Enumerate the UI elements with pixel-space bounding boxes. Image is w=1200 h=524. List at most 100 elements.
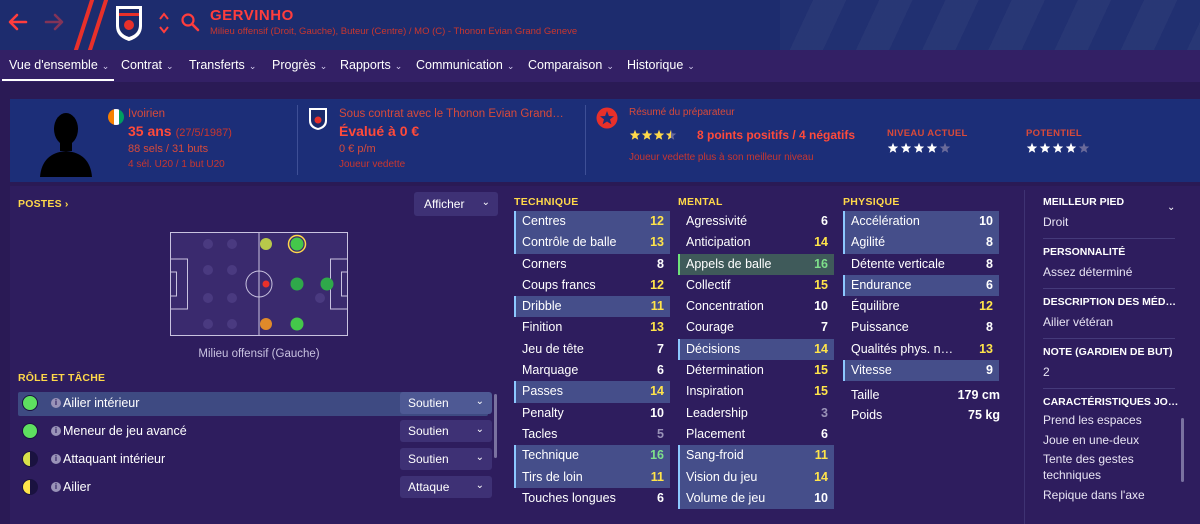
attribute-row[interactable]: Vision du jeu 14 <box>678 466 834 489</box>
attribute-row[interactable]: Marquage 6 <box>514 360 670 381</box>
divider <box>1043 388 1175 389</box>
duty-dropdown[interactable]: Soutien ⌄ <box>400 392 492 414</box>
attribute-row[interactable]: Vitesse 9 <box>843 360 999 382</box>
attribute-name: Corners <box>522 256 567 271</box>
role-name: Meneur de jeu avancé <box>63 424 187 438</box>
tab-overview[interactable]: Vue d'ensemble ⌄ <box>9 58 109 72</box>
attribute-row[interactable]: Touches longues 6 <box>514 488 670 509</box>
club-crest-icon <box>309 108 327 130</box>
tab-contract[interactable]: Contrat ⌄ <box>121 58 174 72</box>
tab-history[interactable]: Historique ⌄ <box>627 58 695 72</box>
role-row[interactable]: i Attaquant intérieur Soutien ⌄ <box>18 448 492 472</box>
attribute-row[interactable]: Concentration 10 <box>678 296 834 317</box>
info-icon[interactable]: i <box>51 398 61 408</box>
attribute-row[interactable]: Courage 7 <box>678 317 834 338</box>
attribute-name: Touches longues <box>522 490 616 505</box>
attribute-row[interactable]: Agilité 8 <box>843 232 999 254</box>
back-arrow-icon[interactable] <box>6 10 30 34</box>
traits-scrollbar[interactable] <box>1181 418 1184 482</box>
coach-report-star-icon[interactable] <box>596 107 618 129</box>
attribute-row[interactable]: Accélération 10 <box>843 211 999 233</box>
tab-comparison[interactable]: Comparaison ⌄ <box>528 58 614 72</box>
attribute-value: 7 <box>657 341 664 356</box>
attribute-name: Marquage <box>522 363 579 378</box>
info-icon[interactable]: i <box>51 454 61 464</box>
attribute-name: Leadership <box>686 405 748 420</box>
attribute-row[interactable]: Détermination 15 <box>678 360 834 381</box>
attribute-row[interactable]: Contrôle de balle 13 <box>514 232 670 254</box>
chevron-down-icon[interactable]: ⌄ <box>1167 202 1175 213</box>
tab-progress[interactable]: Progrès ⌄ <box>272 58 327 72</box>
attribute-row[interactable]: Anticipation 14 <box>678 232 834 253</box>
role-name: Ailier intérieur <box>63 396 140 410</box>
attribute-value: 13 <box>650 320 664 335</box>
attribute-row[interactable]: Centres 12 <box>514 211 670 233</box>
chevron-down-icon: ⌄ <box>394 61 403 71</box>
attribute-name: Tirs de loin <box>522 469 583 484</box>
nationality[interactable]: Ivoirien <box>128 108 165 120</box>
star-icon <box>1039 142 1051 153</box>
attribute-row[interactable]: Corners 8 <box>514 254 670 275</box>
attribute-row[interactable]: Détente verticale 8 <box>843 254 999 275</box>
attribute-row[interactable]: Agressivité 6 <box>678 211 834 232</box>
forward-arrow-icon[interactable] <box>42 10 66 34</box>
tab-label: Transferts <box>189 58 245 72</box>
tab-transfers[interactable]: Transferts ⌄ <box>189 58 256 72</box>
player-traits-block: CARACTÉRISTIQUES JO… Prend les espaces J… <box>1043 396 1183 503</box>
attribute-row[interactable]: Qualités phys. n… 13 <box>843 339 999 360</box>
attribute-row[interactable]: Finition 13 <box>514 317 670 338</box>
positions-title[interactable]: POSTES › <box>18 198 69 210</box>
attribute-row[interactable]: Placement 6 <box>678 424 834 445</box>
attribute-row[interactable]: Passes 14 <box>514 381 670 403</box>
position-pitch-diagram[interactable] <box>170 232 348 336</box>
tab-label: Comparaison <box>528 58 603 72</box>
attribute-row[interactable]: Dribble 11 <box>514 296 670 318</box>
attribute-row[interactable]: Équilibre 12 <box>843 296 999 317</box>
tab-communication[interactable]: Communication ⌄ <box>416 58 514 72</box>
attribute-row[interactable]: Sang-froid 11 <box>678 445 834 467</box>
attribute-row[interactable]: Décisions 14 <box>678 338 834 361</box>
role-row[interactable]: i Ailier Attaque ⌄ <box>18 476 492 500</box>
attribute-row[interactable]: Coups francs 12 <box>514 275 670 296</box>
attribute-name: Anticipation <box>686 235 751 250</box>
roles-scrollbar[interactable] <box>494 394 497 458</box>
star-icon <box>653 129 665 140</box>
media-description-block: DESCRIPTION DES MÉD… Ailier vétéran <box>1043 296 1183 329</box>
attribute-row[interactable]: Inspiration 15 <box>678 381 834 402</box>
attribute-name: Inspiration <box>686 384 744 399</box>
attribute-name: Qualités phys. n… <box>851 341 954 356</box>
duty-dropdown[interactable]: Soutien ⌄ <box>400 420 492 442</box>
attribute-row[interactable]: Tacles 5 <box>514 424 670 445</box>
attribute-row[interactable]: Penalty 10 <box>514 403 670 424</box>
attribute-row[interactable]: Technique 16 <box>514 445 670 467</box>
attribute-row[interactable]: Leadership 3 <box>678 403 834 424</box>
chevron-down-icon: ⌄ <box>606 61 614 71</box>
attribute-row[interactable]: Jeu de tête 7 <box>514 339 670 360</box>
player-traits-list: Prend les espaces Joue en une-deux Tente… <box>1043 412 1173 503</box>
info-icon[interactable]: i <box>51 426 61 436</box>
attribute-row[interactable]: Collectif 15 <box>678 275 834 296</box>
star-icon <box>641 129 653 140</box>
role-row[interactable]: i Ailier intérieur Soutien ⌄ <box>18 392 492 416</box>
previous-next-player-icon[interactable] <box>158 10 170 36</box>
attribute-row[interactable]: Endurance 6 <box>843 274 999 297</box>
attribute-row[interactable]: Appels de balle 16 <box>678 253 834 276</box>
duty-dropdown[interactable]: Soutien ⌄ <box>400 448 492 470</box>
contract-status[interactable]: Sous contrat avec le Thonon Evian Grand… <box>339 108 564 120</box>
search-icon[interactable] <box>180 12 200 32</box>
tab-reports[interactable]: Rapports ⌄ <box>340 58 402 72</box>
star-icon <box>926 142 938 153</box>
attribute-row[interactable]: Volume de jeu 10 <box>678 487 834 510</box>
club-crest-icon[interactable] <box>114 4 144 42</box>
attribute-value: 8 <box>986 320 993 335</box>
info-icon[interactable]: i <box>51 482 61 492</box>
duty-dropdown[interactable]: Attaque ⌄ <box>400 476 492 498</box>
coach-points-summary[interactable]: 8 points positifs / 4 négatifs <box>697 128 855 142</box>
show-dropdown-button[interactable]: Afficher ⌄ <box>414 192 498 216</box>
attribute-row[interactable]: Tirs de loin 11 <box>514 466 670 489</box>
personality-block: PERSONNALITÉ Assez déterminé <box>1043 246 1183 279</box>
position-dot-st <box>290 237 304 251</box>
attribute-value: 10 <box>814 490 828 505</box>
role-row[interactable]: i Meneur de jeu avancé Soutien ⌄ <box>18 420 492 444</box>
attribute-row[interactable]: Puissance 8 <box>843 317 999 338</box>
